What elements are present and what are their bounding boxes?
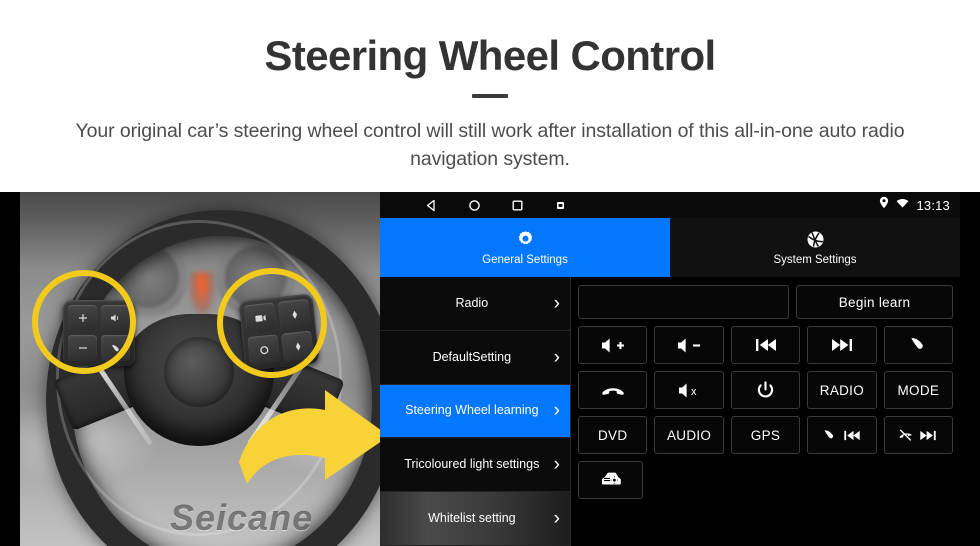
screenshot-icon[interactable] bbox=[553, 198, 568, 213]
previous-track-button[interactable] bbox=[730, 326, 801, 364]
pointer-arrow bbox=[233, 384, 380, 494]
panel-row-1 bbox=[578, 326, 954, 364]
mute-button[interactable]: x bbox=[654, 371, 724, 409]
chevron-right-icon: › bbox=[553, 454, 560, 476]
learn-display-field[interactable] bbox=[578, 285, 790, 319]
tab-system-settings-label: System Settings bbox=[773, 254, 857, 266]
page-title: Steering Wheel Control bbox=[264, 32, 716, 79]
volume-down-button[interactable] bbox=[654, 326, 724, 364]
menu-item-label: Radio bbox=[455, 295, 489, 310]
panel-row-4-spacer-2 bbox=[728, 461, 799, 499]
steering-wheel-learning-panel: Begin learn x RADIO MODE DVD AUDIO GPS bbox=[571, 277, 960, 546]
panel-row-2: x RADIO MODE bbox=[578, 371, 954, 409]
menu-item-label: Whitelist setting bbox=[428, 510, 516, 525]
panel-row-4 bbox=[578, 461, 953, 499]
chevron-right-icon: › bbox=[553, 292, 560, 314]
begin-learn-button[interactable]: Begin learn bbox=[796, 285, 953, 319]
mode-button[interactable]: MODE bbox=[883, 371, 954, 409]
settings-content: Radio › DefaultSetting › Steering Wheel … bbox=[380, 277, 960, 546]
highlight-circle-right bbox=[217, 268, 327, 378]
panel-row-3: DVD AUDIO GPS bbox=[578, 416, 954, 454]
audio-button[interactable]: AUDIO bbox=[654, 416, 724, 454]
recents-icon[interactable] bbox=[510, 198, 525, 213]
status-clock: 13:13 bbox=[916, 197, 950, 213]
settings-tabs: General Settings System Settings bbox=[380, 218, 960, 277]
svg-text:x: x bbox=[691, 386, 697, 398]
chevron-right-icon: › bbox=[553, 508, 560, 530]
gps-button[interactable]: GPS bbox=[730, 416, 801, 454]
home-icon[interactable] bbox=[467, 198, 482, 213]
back-icon[interactable] bbox=[424, 198, 439, 213]
steering-wheel-photo: Seicane bbox=[20, 192, 380, 546]
wifi-icon bbox=[896, 196, 909, 214]
car-settings-button[interactable] bbox=[578, 461, 643, 499]
menu-item-label: Tricoloured light settings bbox=[404, 457, 540, 472]
title-divider bbox=[472, 94, 508, 98]
brand-watermark: Seicane bbox=[170, 497, 314, 538]
menu-item-label: DefaultSetting bbox=[432, 349, 512, 364]
location-icon bbox=[879, 196, 889, 214]
volume-up-button[interactable] bbox=[578, 326, 648, 364]
gear-icon bbox=[515, 229, 536, 251]
system-logo-icon bbox=[805, 229, 826, 251]
panel-row-4-spacer-4 bbox=[883, 461, 954, 499]
menu-item-default-setting[interactable]: DefaultSetting › bbox=[380, 330, 570, 385]
chevron-right-icon: › bbox=[553, 346, 560, 368]
status-indicators: 13:13 bbox=[879, 192, 950, 218]
panel-row-4-spacer-3 bbox=[805, 461, 876, 499]
call-button[interactable] bbox=[883, 326, 954, 364]
android-nav-buttons bbox=[424, 198, 568, 213]
highlight-circle-left bbox=[32, 270, 136, 374]
dvd-button[interactable]: DVD bbox=[578, 416, 648, 454]
tab-system-settings[interactable]: System Settings bbox=[670, 218, 960, 277]
settings-menu-list: Radio › DefaultSetting › Steering Wheel … bbox=[380, 277, 571, 546]
panel-row-4-spacer bbox=[650, 461, 721, 499]
hangup-next-button[interactable] bbox=[883, 416, 954, 454]
page-root: Steering Wheel Control Your original car… bbox=[0, 0, 980, 546]
menu-item-tricoloured-light-settings[interactable]: Tricoloured light settings › bbox=[380, 438, 570, 493]
call-previous-button[interactable] bbox=[807, 416, 877, 454]
menu-item-whitelist-setting[interactable]: Whitelist setting › bbox=[380, 492, 570, 546]
page-subtitle: Your original car’s steering wheel contr… bbox=[75, 120, 905, 170]
android-status-bar: 13:13 bbox=[380, 192, 960, 218]
content-band: Seicane 13:13 General Settings System Se… bbox=[0, 192, 980, 546]
hangup-button[interactable] bbox=[578, 371, 648, 409]
chevron-right-icon: › bbox=[553, 400, 560, 422]
menu-item-steering-wheel-learning[interactable]: Steering Wheel learning › bbox=[380, 384, 570, 439]
page-header: Steering Wheel Control Your original car… bbox=[0, 0, 980, 192]
next-track-button[interactable] bbox=[807, 326, 877, 364]
head-unit-screen: 13:13 General Settings System Settings R… bbox=[380, 192, 960, 546]
tab-general-settings[interactable]: General Settings bbox=[380, 218, 670, 277]
power-button[interactable] bbox=[730, 371, 801, 409]
tab-general-settings-label: General Settings bbox=[482, 254, 568, 266]
menu-item-label: Steering Wheel learning bbox=[405, 403, 539, 418]
radio-button[interactable]: RADIO bbox=[807, 371, 877, 409]
panel-row-top: Begin learn bbox=[578, 285, 953, 319]
menu-item-radio[interactable]: Radio › bbox=[380, 277, 570, 331]
